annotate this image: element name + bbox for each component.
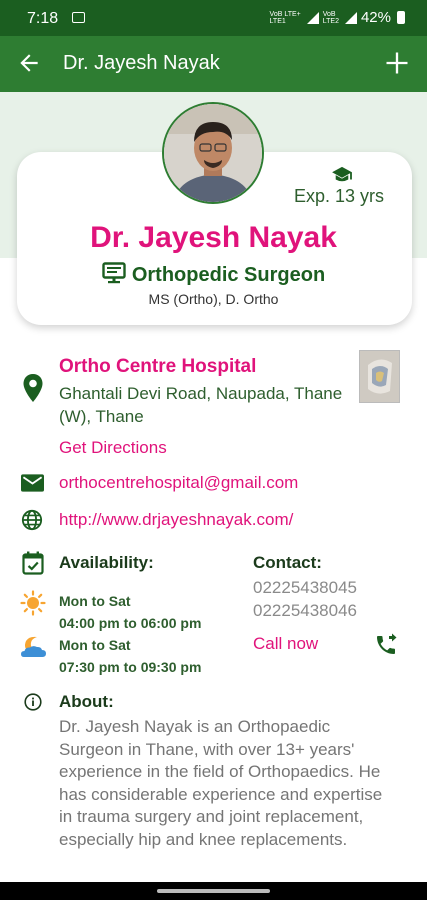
calendar-check-icon (22, 551, 44, 575)
back-arrow-icon[interactable] (16, 50, 42, 76)
email-link[interactable]: orthocentrehospital@gmail.com (59, 473, 298, 493)
slot-2: Mon to Sat 07:30 pm to 09:30 pm (59, 634, 201, 678)
app-bar: Dr. Jayesh Nayak (0, 36, 427, 92)
moon-cloud-icon (21, 636, 46, 657)
globe-icon (21, 509, 43, 531)
slot-1: Mon to Sat 04:00 pm to 06:00 pm (59, 590, 201, 634)
network-2-label: VoB LTE2 (322, 10, 339, 25)
specialty-label: Orthopedic Surgeon (131, 264, 326, 286)
qualification: MS (Ortho), D. Ortho (148, 291, 279, 307)
hospital-thumbnail[interactable] (359, 350, 400, 403)
slot-2-days: Mon to Sat (59, 637, 131, 653)
home-gesture-handle[interactable] (157, 889, 270, 893)
hospital-name[interactable]: Ortho Centre Hospital (59, 356, 256, 378)
website-link[interactable]: http://www.drjayeshnayak.com/ (59, 510, 293, 530)
status-bar: 7:18 VoB LTE+ LTE1 VoB LTE2 42% (0, 0, 427, 36)
add-icon[interactable] (383, 49, 411, 77)
email-icon (21, 474, 44, 492)
page-title: Dr. Jayesh Nayak (63, 52, 220, 74)
about-text: Dr. Jayesh Nayak is an Orthopaedic Surge… (59, 717, 383, 849)
monitor-icon (102, 262, 126, 284)
signal-1-icon (306, 11, 319, 24)
availability-heading: Availability: (59, 553, 154, 572)
graduation-cap-icon (332, 166, 352, 182)
doctor-name: Dr. Jayesh Nayak (90, 221, 337, 254)
contact-heading: Contact: (253, 553, 322, 572)
slot-2-time: 07:30 pm to 09:30 pm (59, 659, 202, 675)
slot-1-time: 04:00 pm to 06:00 pm (59, 615, 202, 631)
status-time: 7:18 (27, 10, 59, 27)
signal-2-icon (344, 11, 357, 24)
specialty: Orthopedic Surgeon (0, 262, 427, 287)
battery-percent: 42% (360, 9, 391, 26)
phone-number-2[interactable]: 02225438046 (253, 601, 357, 621)
get-directions-link[interactable]: Get Directions (59, 438, 167, 458)
network-1-label: VoB LTE+ LTE1 (269, 10, 301, 25)
phone-forward-icon[interactable] (374, 633, 398, 657)
phone-number-1[interactable]: 02225438045 (253, 578, 357, 598)
info-icon (24, 693, 42, 711)
battery-icon (397, 11, 405, 24)
doctor-avatar (162, 102, 264, 204)
call-now-link[interactable]: Call now (253, 634, 318, 654)
status-indicators: VoB LTE+ LTE1 VoB LTE2 42% (270, 9, 405, 26)
navigation-bar (0, 882, 427, 900)
sun-icon (20, 590, 46, 616)
gallery-notification-icon (72, 12, 85, 23)
slot-1-days: Mon to Sat (59, 593, 131, 609)
experience-text: Exp. 13 yrs (294, 186, 385, 206)
location-pin-icon (23, 374, 43, 402)
about-heading: About: (59, 692, 114, 711)
hospital-address: Ghantali Devi Road, Naupada, Thane (W), … (59, 384, 343, 426)
